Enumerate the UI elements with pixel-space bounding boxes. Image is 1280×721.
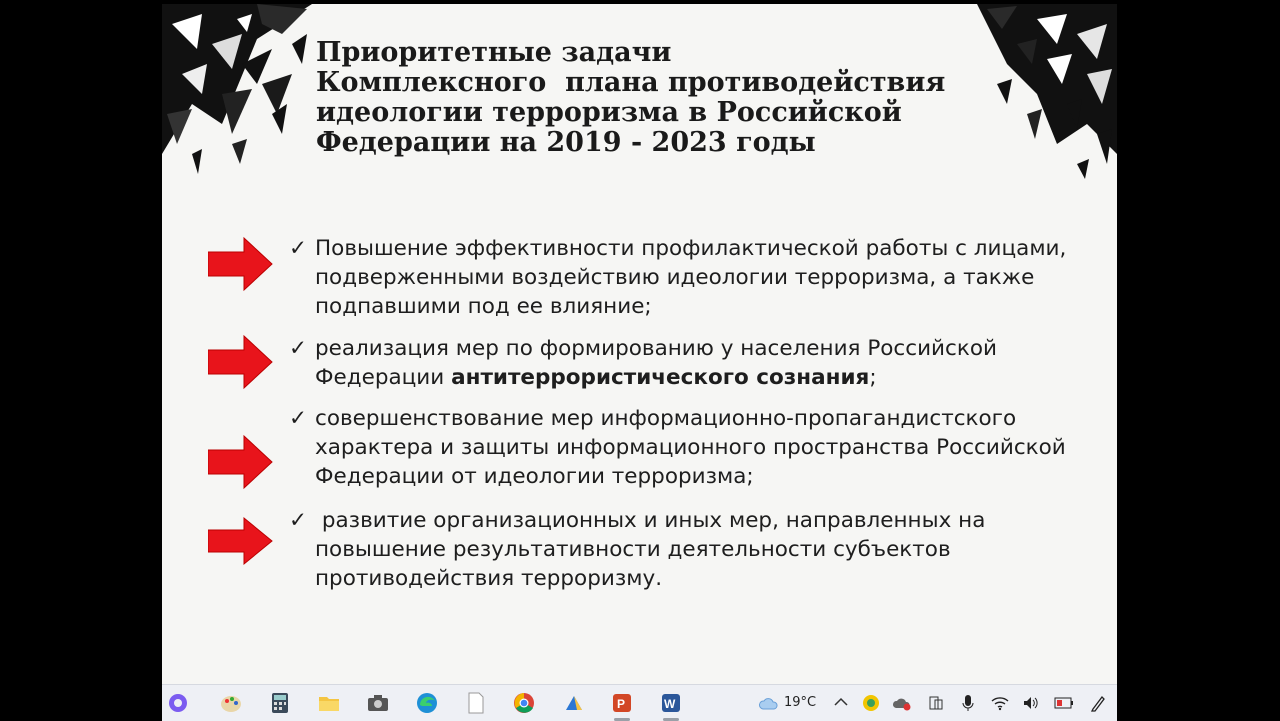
bullet-item: ✓ Повышение эффективности профилактическ… <box>289 234 1069 321</box>
title-line: Федерации на 2019 - 2023 годы <box>316 127 816 158</box>
chrome-icon[interactable] <box>512 691 536 715</box>
wifi-icon[interactable] <box>991 695 1009 711</box>
bullet-text: совершенствование мер информационно-проп… <box>315 406 1066 489</box>
presentation-slide: Приоритетные задачи Комплексного плана п… <box>162 4 1117 684</box>
bullet-text: Повышение эффективности профилактической… <box>315 236 1067 319</box>
title-line: Приоритетные задачи <box>316 37 672 68</box>
notepad-icon[interactable] <box>464 691 488 715</box>
checkmark-icon: ✓ <box>289 508 308 533</box>
slide-title: Приоритетные задачи Комплексного плана п… <box>316 38 1016 158</box>
file-explorer-icon[interactable] <box>317 691 341 715</box>
camera-icon[interactable] <box>366 691 390 715</box>
cloud-sync-icon[interactable] <box>892 695 912 711</box>
title-line: идеологии терроризма в Российской <box>316 97 902 128</box>
paint-icon[interactable] <box>219 691 243 715</box>
powerpoint-icon[interactable]: P <box>610 691 634 721</box>
red-arrow-icon <box>208 236 273 292</box>
cortana-icon[interactable] <box>166 691 190 715</box>
app-tray-icon[interactable] <box>862 694 880 712</box>
bullet-item: ✓ совершенствование мер информационно-пр… <box>289 404 1069 491</box>
cloud-weather-icon[interactable] <box>758 695 780 711</box>
title-line: Комплексного плана противодействия <box>316 67 946 98</box>
bullet-text-bold: антитеррористического сознания <box>451 365 870 390</box>
svg-text:W: W <box>664 697 676 711</box>
battery-icon[interactable] <box>1054 697 1074 709</box>
checkmark-icon: ✓ <box>289 406 308 431</box>
bullet-text: развитие организационных и иных мер, нап… <box>315 508 993 591</box>
calculator-icon[interactable] <box>268 691 292 715</box>
red-arrow-icon <box>208 516 273 566</box>
taskview-icon[interactable] <box>928 695 944 711</box>
bullet-text: ; <box>869 365 877 390</box>
volume-icon[interactable] <box>1022 695 1040 711</box>
svg-text:P: P <box>617 697 625 711</box>
checkmark-icon: ✓ <box>289 336 308 361</box>
mic-icon[interactable] <box>962 694 974 712</box>
bullet-item: ✓ развитие организационных и иных мер, н… <box>289 506 1069 593</box>
chevron-up-icon[interactable] <box>834 697 848 707</box>
red-arrow-icon <box>208 334 273 390</box>
word-icon[interactable]: W <box>659 691 683 721</box>
edge-icon[interactable] <box>415 691 439 715</box>
red-arrow-icon <box>208 434 273 490</box>
onedrive-icon[interactable] <box>562 691 586 715</box>
bullet-item: ✓ реализация мер по формированию у насел… <box>289 334 1069 392</box>
pen-icon[interactable] <box>1090 694 1106 712</box>
windows-taskbar: P W 19°C <box>162 684 1117 721</box>
checkmark-icon: ✓ <box>289 236 308 261</box>
decorative-shards-left <box>162 4 312 174</box>
temperature-label[interactable]: 19°C <box>784 695 816 710</box>
